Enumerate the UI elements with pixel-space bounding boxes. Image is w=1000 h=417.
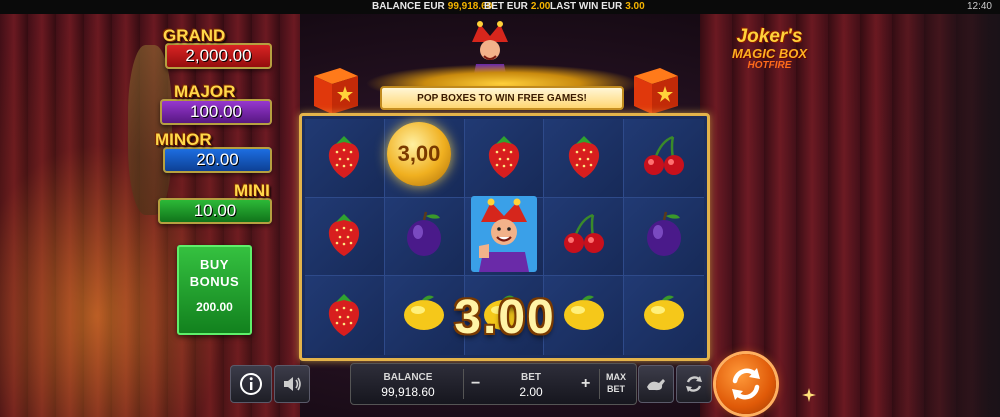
reel-cell bbox=[464, 119, 545, 198]
speaker-icon bbox=[284, 377, 301, 391]
strawberry-icon bbox=[322, 210, 366, 262]
logo-line-2: MAGIC BOX bbox=[731, 46, 808, 61]
buy-bonus-label-2: BONUS bbox=[189, 274, 240, 289]
bet-value: 2.00 bbox=[519, 385, 543, 399]
last-win-status: LAST WIN EUR 3.00 bbox=[550, 1, 645, 12]
lemon-icon bbox=[640, 293, 688, 339]
balance-status: BALANCE EUR 99,918.60 bbox=[372, 1, 493, 12]
bet-label: BET bbox=[521, 372, 541, 383]
reel-cell bbox=[464, 196, 545, 277]
clock: 12:40 bbox=[966, 1, 992, 12]
plum-icon bbox=[402, 210, 446, 262]
strawberry-icon bbox=[322, 132, 366, 184]
bet-increase-button[interactable]: + bbox=[581, 375, 590, 393]
sparkle-icon bbox=[802, 388, 816, 402]
plum-icon bbox=[642, 210, 686, 262]
jackpot-mini: MINI 10.00 bbox=[158, 181, 272, 224]
jackpot-major-amount: 100.00 bbox=[190, 102, 242, 121]
strawberry-icon bbox=[562, 132, 606, 184]
jackpot-mini-amount: 10.00 bbox=[193, 201, 237, 220]
jackpot-minor-amount: 20.00 bbox=[196, 150, 239, 169]
reel-cell bbox=[624, 119, 704, 198]
reel-cell bbox=[544, 197, 625, 277]
sound-button[interactable] bbox=[274, 365, 310, 403]
jackpot-major: MAJOR 100.00 bbox=[160, 82, 272, 125]
win-amount: 3.00 bbox=[454, 291, 556, 344]
jackpot-minor: MINOR 20.00 bbox=[155, 130, 272, 173]
info-button[interactable] bbox=[230, 365, 272, 403]
info-icon bbox=[240, 373, 262, 395]
buy-bonus-label-1: BUY bbox=[200, 257, 229, 272]
magic-box-icon bbox=[314, 68, 358, 114]
rabbit-icon bbox=[647, 379, 665, 391]
divider bbox=[463, 369, 464, 399]
coin-symbol: 3,00 bbox=[387, 122, 451, 186]
joker-wild-icon bbox=[470, 196, 537, 276]
balance-value: 99,918.60 bbox=[381, 385, 435, 399]
back-wall bbox=[880, 14, 1000, 417]
autoplay-button[interactable] bbox=[676, 365, 712, 403]
bet-decrease-button[interactable]: − bbox=[471, 375, 480, 393]
free-games-banner: POP BOXES TO WIN FREE GAMES! bbox=[380, 86, 624, 110]
max-bet-label-1: MAX bbox=[606, 372, 626, 382]
game-logo: Joker's MAGIC BOX HOTFIRE bbox=[722, 26, 817, 86]
reel-cell bbox=[624, 276, 704, 355]
max-bet-button[interactable]: MAX BET bbox=[600, 365, 632, 401]
reel-cell bbox=[544, 119, 625, 198]
turbo-button[interactable] bbox=[638, 365, 674, 403]
reel-cell bbox=[305, 197, 385, 277]
logo-line-1: Joker's bbox=[736, 26, 803, 47]
bet-status: BET EUR 2.00 bbox=[484, 1, 551, 12]
spin-icon bbox=[732, 368, 760, 400]
game-stage: BALANCE EUR 99,918.60 BET EUR 2.00 LAST WI… bbox=[0, 0, 1000, 417]
spin-button[interactable] bbox=[716, 354, 776, 414]
reel-cell bbox=[305, 119, 385, 198]
status-bar: BALANCE EUR 99,918.60 BET EUR 2.00 LAST WI… bbox=[0, 0, 1000, 14]
strawberry-icon bbox=[322, 290, 366, 342]
cherry-icon bbox=[561, 211, 607, 261]
autoplay-icon bbox=[686, 376, 702, 392]
max-bet-label-2: BET bbox=[607, 384, 625, 394]
reel-cell bbox=[305, 276, 385, 355]
jackpot-grand-amount: 2,000.00 bbox=[185, 46, 252, 65]
buy-bonus-price: 200.00 bbox=[196, 300, 233, 314]
cherry-icon bbox=[641, 133, 687, 183]
balance-label: BALANCE bbox=[383, 372, 433, 383]
reel-cell bbox=[384, 197, 465, 277]
logo-line-3: HOTFIRE bbox=[747, 60, 792, 71]
strawberry-icon bbox=[482, 132, 526, 184]
bet-panel: BALANCE 99,918.60 − BET 2.00 + bbox=[350, 363, 637, 405]
reel-cell bbox=[624, 197, 704, 277]
buy-bonus-button[interactable]: BUY BONUS 200.00 bbox=[177, 245, 252, 335]
jackpot-grand: GRAND 2,000.00 bbox=[163, 26, 272, 69]
